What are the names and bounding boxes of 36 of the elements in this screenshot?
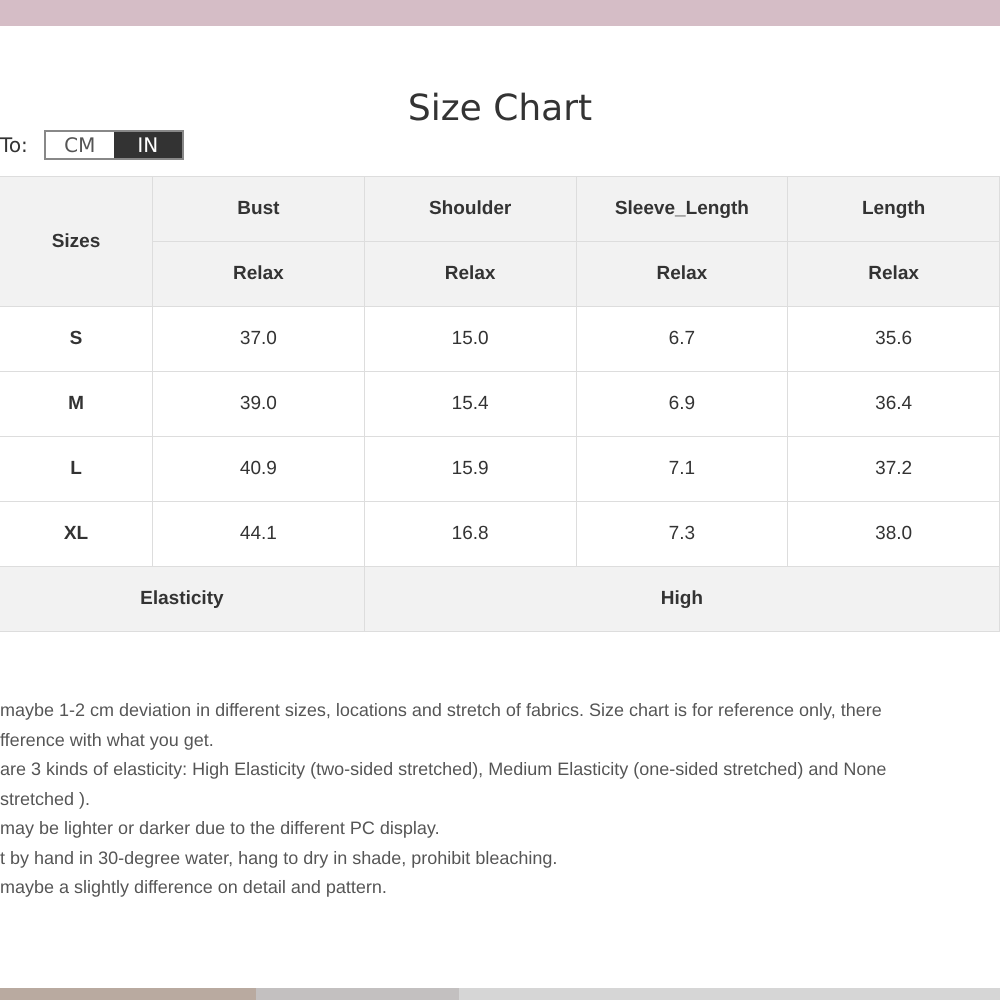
header-cell: Length: [788, 176, 1000, 242]
chart-title: Size Chart: [406, 87, 594, 131]
note-text: are 3 kinds of elasticity: High Elasticity (two-sided stretched), Medium Elasticity (one-sided stretched) and None: [0, 758, 888, 781]
note-text: fference with what you get.: [0, 728, 215, 752]
unit-label: To:: [0, 133, 28, 157]
header-cell: Bust: [152, 176, 364, 242]
note-text: maybe a slightly difference on detail and pattern.: [0, 876, 388, 899]
table-cell: 40.9: [152, 436, 364, 502]
table-cell: 15.9: [364, 436, 576, 502]
table-cell: S: [0, 306, 152, 372]
table-cell: 36.4: [788, 372, 1000, 436]
header-cell: Relax: [788, 242, 1000, 306]
note-text: t by hand in 30-degree water, hang to dry in shade, prohibit bleaching.: [0, 846, 558, 870]
header-cell: Sizes: [0, 176, 152, 306]
header-cell: Shoulder: [364, 176, 576, 242]
table-cell: L: [0, 436, 152, 502]
table-cell: 6.9: [576, 372, 788, 436]
table-cell: 39.0: [152, 372, 364, 436]
table-cell: 35.6: [788, 306, 1000, 372]
table-cell: 15.4: [364, 372, 576, 436]
table-cell: 37.2: [788, 436, 1000, 502]
table-cell: 15.0: [364, 306, 576, 372]
note-text: maybe 1-2 cm deviation in different sizes, locations and stretch of fabrics. Size chart is for reference only, there: [0, 699, 883, 722]
table-cell: 37.0: [152, 306, 364, 372]
header-cell: Relax: [364, 242, 576, 306]
table-cell: 6.7: [576, 306, 788, 372]
table-cell: Elasticity: [0, 566, 364, 632]
table-cell: High: [364, 566, 1000, 632]
table-cell: M: [0, 372, 152, 436]
header-cell: Sleeve_Length: [576, 176, 788, 242]
header-cell: Relax: [152, 242, 364, 306]
header-cell: Relax: [576, 242, 788, 306]
unit-tab[interactable]: IN: [114, 132, 182, 158]
note-text: may be lighter or darker due to the different PC display.: [0, 817, 441, 840]
table-cell: 7.1: [576, 436, 788, 502]
note-text: stretched ).: [0, 788, 92, 811]
